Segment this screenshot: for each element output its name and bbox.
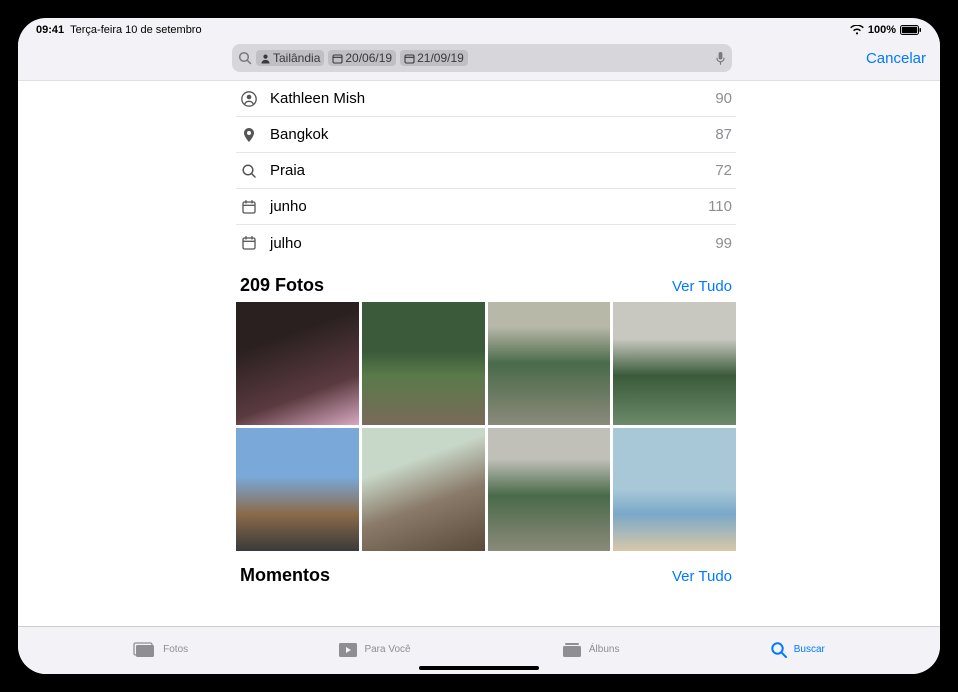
search-icon <box>238 51 252 65</box>
tab-label: Álbuns <box>589 644 620 655</box>
tab-bar: Fotos Para Você Álbuns Buscar <box>18 626 940 674</box>
photo-thumbnail[interactable] <box>362 428 485 551</box>
ipad-frame: 09:41 Terça-feira 10 de setembro 100% <box>0 0 958 692</box>
status-bar: 09:41 Terça-feira 10 de setembro 100% <box>18 18 940 38</box>
tab-label: Buscar <box>794 644 825 655</box>
suggestion-month-2[interactable]: julho 99 <box>236 225 736 261</box>
suggestion-label: Praia <box>270 162 305 179</box>
photo-thumbnail[interactable] <box>236 302 359 425</box>
search-icon <box>240 163 258 179</box>
moments-see-all-button[interactable]: Ver Tudo <box>672 568 732 585</box>
photo-thumbnail[interactable] <box>362 302 485 425</box>
suggestion-label: Bangkok <box>270 126 328 143</box>
photos-tab-icon <box>133 642 157 658</box>
suggestion-label: julho <box>270 235 302 252</box>
status-time: 09:41 <box>36 24 64 36</box>
tab-albums[interactable]: Álbuns <box>561 642 620 658</box>
search-field[interactable]: Tailândia 20/06/19 21/09/19 <box>232 44 732 72</box>
wifi-icon <box>850 25 864 35</box>
token-label: 21/09/19 <box>417 51 464 65</box>
photos-see-all-button[interactable]: Ver Tudo <box>672 278 732 295</box>
status-right: 100% <box>850 24 922 36</box>
tab-label: Fotos <box>163 644 188 655</box>
search-header: Tailândia 20/06/19 21/09/19 Cancelar <box>18 38 940 81</box>
token-label: 20/06/19 <box>345 51 392 65</box>
photo-thumbnail[interactable] <box>488 428 611 551</box>
person-icon <box>260 53 271 64</box>
suggestion-count: 90 <box>715 90 732 107</box>
tab-search[interactable]: Buscar <box>770 641 825 659</box>
battery-icon <box>900 25 922 35</box>
tab-label: Para Você <box>364 644 410 655</box>
suggestion-count: 99 <box>715 235 732 252</box>
suggestion-count: 87 <box>715 126 732 143</box>
search-token-date-2[interactable]: 21/09/19 <box>400 50 468 66</box>
suggestion-list: Kathleen Mish 90 Bangkok 87 <box>236 81 736 261</box>
suggestion-count: 72 <box>715 162 732 179</box>
photo-thumbnail[interactable] <box>236 428 359 551</box>
calendar-icon <box>404 53 415 64</box>
photo-grid <box>236 302 736 551</box>
moments-section-title: Momentos <box>240 565 330 586</box>
suggestion-search[interactable]: Praia 72 <box>236 153 736 189</box>
tab-photos[interactable]: Fotos <box>133 642 188 658</box>
battery-percent: 100% <box>868 24 896 36</box>
location-icon <box>240 127 258 143</box>
foryou-tab-icon <box>338 642 358 658</box>
albums-tab-icon <box>561 642 583 658</box>
content-inner: Kathleen Mish 90 Bangkok 87 <box>236 81 736 592</box>
tab-for-you[interactable]: Para Você <box>338 642 410 658</box>
cancel-button[interactable]: Cancelar <box>866 50 926 67</box>
suggestion-person[interactable]: Kathleen Mish 90 <box>236 81 736 117</box>
calendar-icon <box>240 199 258 215</box>
photos-section-title: 209 Fotos <box>240 275 324 296</box>
token-label: Tailândia <box>273 51 320 65</box>
suggestion-count: 110 <box>708 198 732 215</box>
calendar-icon <box>332 53 343 64</box>
dictation-button[interactable] <box>715 51 726 66</box>
content[interactable]: Kathleen Mish 90 Bangkok 87 <box>18 81 940 626</box>
moments-section-header: Momentos Ver Tudo <box>236 551 736 592</box>
photos-section-header: 209 Fotos Ver Tudo <box>236 261 736 302</box>
suggestion-label: Kathleen Mish <box>270 90 365 107</box>
search-token-person[interactable]: Tailândia <box>256 50 324 66</box>
home-indicator[interactable] <box>419 666 539 670</box>
photo-thumbnail[interactable] <box>613 428 736 551</box>
screen: 09:41 Terça-feira 10 de setembro 100% <box>18 18 940 674</box>
suggestion-month-1[interactable]: junho 110 <box>236 189 736 225</box>
calendar-icon <box>240 235 258 251</box>
person-icon <box>240 91 258 107</box>
search-token-date-1[interactable]: 20/06/19 <box>328 50 396 66</box>
photo-thumbnail[interactable] <box>488 302 611 425</box>
status-left: 09:41 Terça-feira 10 de setembro <box>36 24 202 36</box>
suggestion-location[interactable]: Bangkok 87 <box>236 117 736 153</box>
search-tab-icon <box>770 641 788 659</box>
photo-thumbnail[interactable] <box>613 302 736 425</box>
suggestion-label: junho <box>270 198 307 215</box>
status-date: Terça-feira 10 de setembro <box>70 24 201 36</box>
